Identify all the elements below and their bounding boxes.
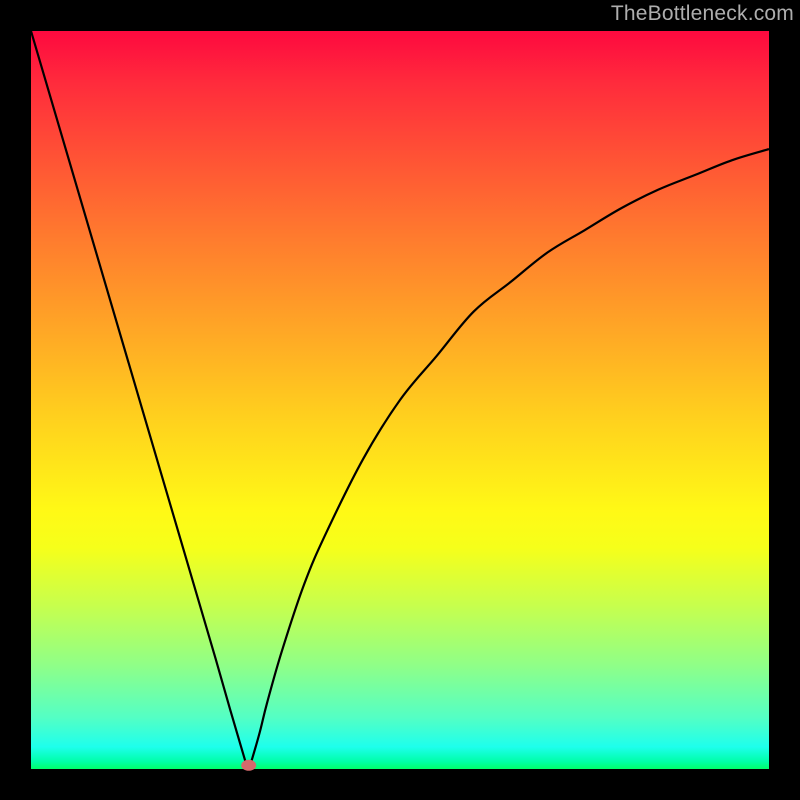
watermark-text: TheBottleneck.com — [611, 2, 794, 26]
curve-svg — [31, 31, 769, 769]
curve-left-path — [31, 31, 249, 769]
minimum-marker — [242, 760, 256, 770]
curve-right-path — [249, 149, 769, 769]
chart-container: TheBottleneck.com — [0, 0, 800, 800]
plot-area — [31, 31, 769, 769]
